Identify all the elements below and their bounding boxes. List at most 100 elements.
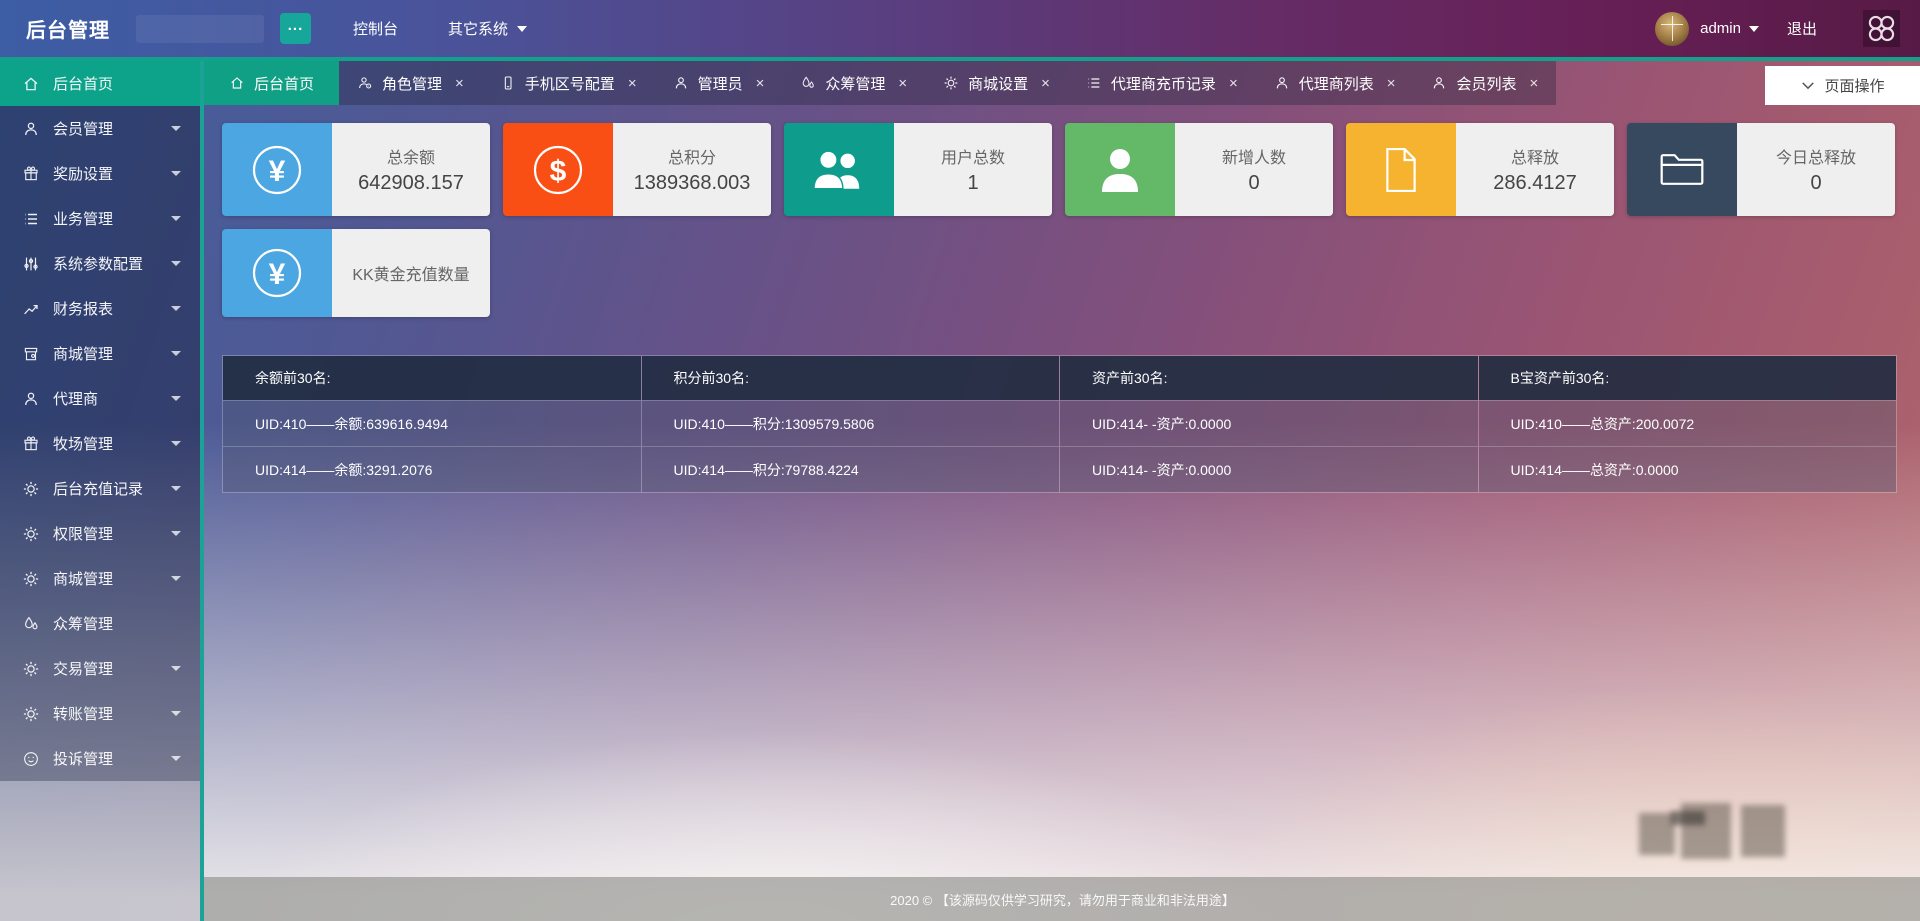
stat-card-total-points: 总积分1389368.003 <box>503 123 771 216</box>
sidebar-item-mall[interactable]: 商城管理 <box>0 331 200 376</box>
close-icon[interactable]: × <box>898 75 907 92</box>
rank-column-header: B宝资产前30名: <box>1479 356 1897 400</box>
gear-icon <box>22 525 40 543</box>
rank-column-points: 积分前30名: UID:410——积分:1309579.5806 UID:414… <box>642 356 1061 492</box>
sliders-icon <box>22 255 40 273</box>
dollar-circle-icon <box>503 123 613 216</box>
tab-phone-area[interactable]: 手机区号配置× <box>482 61 655 105</box>
app-title: 后台管理 <box>26 14 110 43</box>
rank-column-bbao-assets: B宝资产前30名: UID:410——总资产:200.0072 UID:414—… <box>1479 356 1897 492</box>
sidebar-item-trade[interactable]: 交易管理 <box>0 646 200 691</box>
stat-card-kk-gold: KK黄金充值数量 <box>222 229 490 317</box>
user-avatar[interactable] <box>1655 12 1689 46</box>
rank-cell: UID:414——积分:79788.4224 <box>642 446 1060 492</box>
chevron-down-icon <box>171 261 181 266</box>
gear-icon <box>22 705 40 723</box>
gear-icon <box>22 570 40 588</box>
home-icon <box>22 75 40 93</box>
water-drops-icon <box>22 615 40 633</box>
gear-icon <box>943 75 959 91</box>
close-icon[interactable]: × <box>1387 75 1396 92</box>
close-icon[interactable]: × <box>1229 75 1238 92</box>
sidebar-item-mall-2[interactable]: 商城管理 <box>0 556 200 601</box>
sidebar-item-agents[interactable]: 代理商 <box>0 376 200 421</box>
chevron-down-icon <box>171 306 181 311</box>
tab-mall-settings[interactable]: 商城设置× <box>925 61 1068 105</box>
sidebar-item-transfer[interactable]: 转账管理 <box>0 691 200 736</box>
apps-grid-button[interactable] <box>1863 10 1900 47</box>
gear-icon <box>22 660 40 678</box>
sidebar-item-members[interactable]: 会员管理 <box>0 106 200 151</box>
rank-column-header: 资产前30名: <box>1060 356 1478 400</box>
user-solid-icon <box>1065 123 1175 216</box>
gear-icon <box>22 480 40 498</box>
sidebar-item-business[interactable]: 业务管理 <box>0 196 200 241</box>
rank-column-balance: 余额前30名: UID:410——余额:639616.9494 UID:414—… <box>223 356 642 492</box>
tab-member-list[interactable]: 会员列表× <box>1413 61 1556 105</box>
chevron-down-icon <box>171 216 181 221</box>
header-right: admin 退出 <box>1655 10 1900 47</box>
chevron-down-icon <box>171 126 181 131</box>
users-icon <box>784 123 894 216</box>
nav-console[interactable]: 控制台 <box>353 18 398 39</box>
stat-card-total-balance: 总余额642908.157 <box>222 123 490 216</box>
building-silhouette <box>1741 805 1785 857</box>
sidebar-item-farm[interactable]: 牧场管理 <box>0 421 200 466</box>
page-actions-button[interactable]: 页面操作 <box>1765 66 1920 105</box>
tab-admin[interactable]: 管理员× <box>655 61 783 105</box>
logout-button[interactable]: 退出 <box>1787 18 1817 39</box>
sidebar-item-finance-report[interactable]: 财务报表 <box>0 286 200 331</box>
yen-circle-icon <box>222 229 332 317</box>
rank-cell: UID:410——积分:1309579.5806 <box>642 400 1060 446</box>
header-nav: 控制台 其它系统 <box>353 18 527 39</box>
yen-circle-icon <box>222 123 332 216</box>
chevron-down-icon <box>1801 81 1815 90</box>
tab-role-mgmt[interactable]: 角色管理× <box>339 61 482 105</box>
chevron-down-icon <box>171 666 181 671</box>
close-icon[interactable]: × <box>1041 75 1050 92</box>
close-icon[interactable]: × <box>628 75 637 92</box>
tab-agent-list[interactable]: 代理商列表× <box>1256 61 1414 105</box>
ranking-table: 余额前30名: UID:410——余额:639616.9494 UID:414—… <box>222 355 1897 493</box>
close-icon[interactable]: × <box>756 75 765 92</box>
chevron-down-icon <box>171 486 181 491</box>
tab-home[interactable]: 后台首页 <box>204 61 339 105</box>
stat-card-total-released: 总释放286.4127 <box>1346 123 1614 216</box>
gift-icon <box>22 165 40 183</box>
close-icon[interactable]: × <box>455 75 464 92</box>
trend-chart-icon <box>22 300 40 318</box>
nav-other-systems[interactable]: 其它系统 <box>448 18 527 39</box>
stat-cards: 总余额642908.157 总积分1389368.003 用户总数1 新增人数0… <box>204 105 1920 330</box>
list-icon <box>1086 75 1102 91</box>
list-icon <box>22 210 40 228</box>
gift-icon <box>22 435 40 453</box>
user-icon <box>1274 75 1290 91</box>
rank-cell: UID:414- -资产:0.0000 <box>1060 400 1478 446</box>
rank-cell: UID:410——总资产:200.0072 <box>1479 400 1897 446</box>
rank-cell: UID:414- -资产:0.0000 <box>1060 446 1478 492</box>
sidebar-toggle-button[interactable]: ... <box>280 13 311 44</box>
page-footer: 2020 © 【该源码仅供学习研究，请勿用于商业和非法用途】 <box>204 877 1920 921</box>
building-silhouette <box>1639 813 1675 855</box>
main-area: 后台首页 会员管理 奖励设置 业务管理 系统参数配置 财务报表 <box>0 57 1920 921</box>
sidebar-item-complaints[interactable]: 投诉管理 <box>0 736 200 781</box>
header-placeholder <box>136 15 264 43</box>
sidebar-item-home[interactable]: 后台首页 <box>0 61 200 106</box>
tab-crowdfunding[interactable]: 众筹管理× <box>782 61 925 105</box>
sidebar-item-permissions[interactable]: 权限管理 <box>0 511 200 556</box>
folder-icon <box>1627 123 1737 216</box>
rank-column-header: 积分前30名: <box>642 356 1060 400</box>
rank-column-header: 余额前30名: <box>223 356 641 400</box>
home-icon <box>229 75 245 91</box>
user-menu[interactable]: admin <box>1700 20 1759 37</box>
close-icon[interactable]: × <box>1530 75 1539 92</box>
sidebar-item-system-params[interactable]: 系统参数配置 <box>0 241 200 286</box>
top-header: 后台管理 ... 控制台 其它系统 admin 退出 <box>0 0 1920 57</box>
stat-card-total-users: 用户总数1 <box>784 123 1052 216</box>
sidebar-item-crowdfunding[interactable]: 众筹管理 <box>0 601 200 646</box>
sidebar-item-rewards[interactable]: 奖励设置 <box>0 151 200 196</box>
sidebar-item-recharge-records[interactable]: 后台充值记录 <box>0 466 200 511</box>
tab-agent-recharge[interactable]: 代理商充币记录× <box>1068 61 1256 105</box>
rank-cell: UID:414——余额:3291.2076 <box>223 446 641 492</box>
stat-card-today-released: 今日总释放0 <box>1627 123 1895 216</box>
